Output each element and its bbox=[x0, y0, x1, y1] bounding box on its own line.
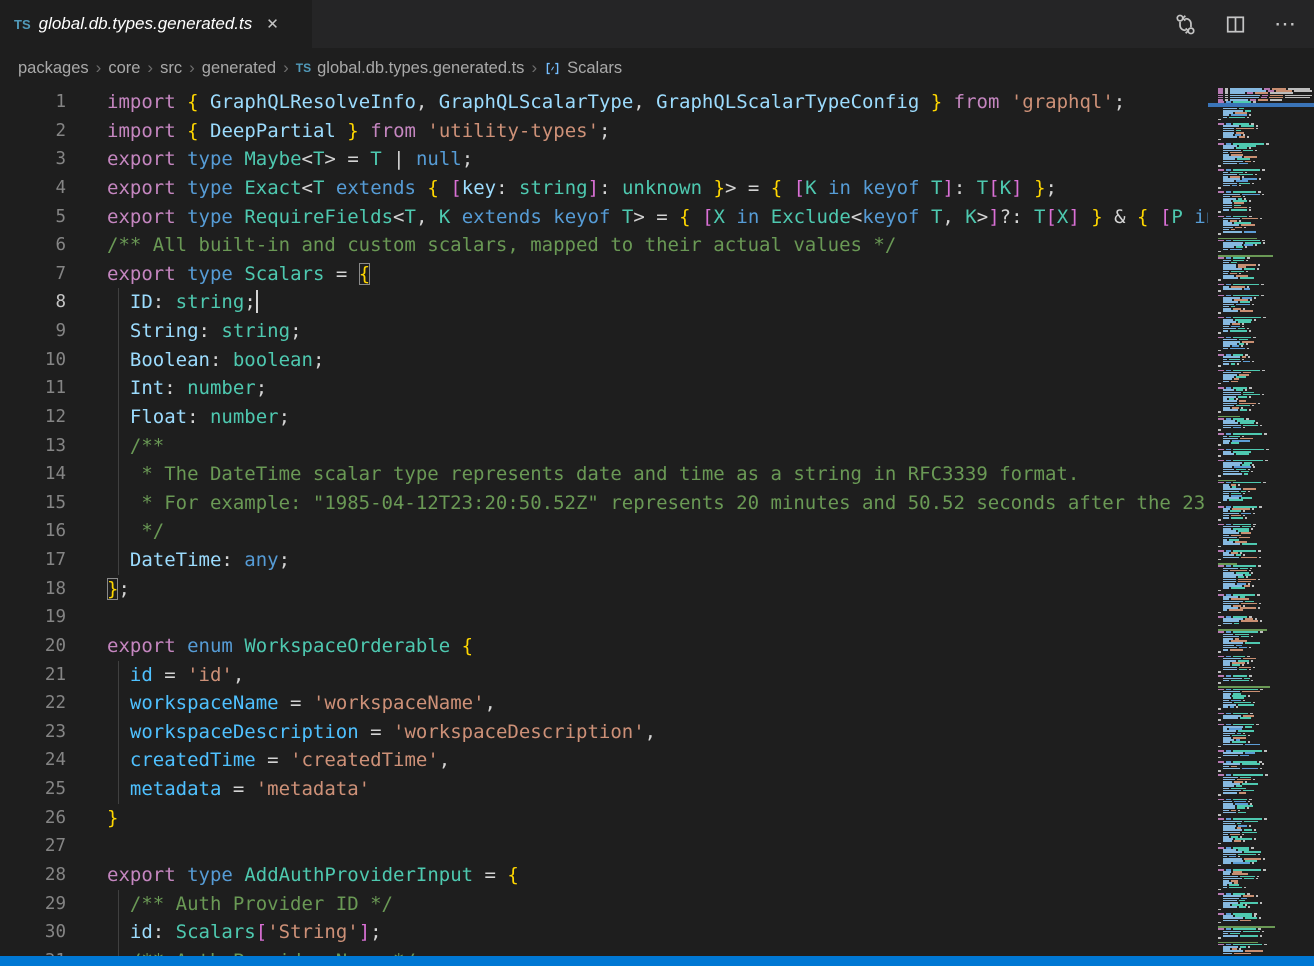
line-number: 9 bbox=[0, 317, 66, 346]
line-number: 13 bbox=[0, 432, 66, 461]
code-line[interactable]: 28export type AddAuthProviderInput = { bbox=[0, 861, 1208, 890]
code-area[interactable]: 1import { GraphQLResolveInfo, GraphQLSca… bbox=[0, 88, 1208, 966]
line-number: 16 bbox=[0, 517, 66, 546]
tab-bar: TS global.db.types.generated.ts ✕ bbox=[0, 0, 1314, 48]
code-line[interactable]: 15 * For example: "1985-04-12T23:20:50.5… bbox=[0, 489, 1208, 518]
code-line[interactable]: 22 workspaceName = 'workspaceName', bbox=[0, 689, 1208, 718]
line-number: 24 bbox=[0, 746, 66, 775]
line-number: 18 bbox=[0, 575, 66, 604]
chevron-right-icon: › bbox=[283, 58, 289, 78]
code-line[interactable]: 29 /** Auth Provider ID */ bbox=[0, 890, 1208, 919]
code-line[interactable]: 12 Float: number; bbox=[0, 403, 1208, 432]
code-line[interactable]: 2import { DeepPartial } from 'utility-ty… bbox=[0, 117, 1208, 146]
code-line[interactable]: 25 metadata = 'metadata' bbox=[0, 775, 1208, 804]
chevron-right-icon: › bbox=[189, 58, 195, 78]
tab-label: global.db.types.generated.ts bbox=[39, 14, 253, 34]
line-number: 22 bbox=[0, 689, 66, 718]
minimap[interactable] bbox=[1208, 88, 1314, 966]
chevron-right-icon: › bbox=[531, 58, 537, 78]
code-line[interactable]: 21 id = 'id', bbox=[0, 661, 1208, 690]
typescript-file-icon: TS bbox=[14, 17, 31, 32]
breadcrumb-item-generated[interactable]: generated bbox=[202, 59, 276, 78]
more-actions-icon[interactable]: ⋯ bbox=[1272, 11, 1298, 37]
code-line[interactable]: 23 workspaceDescription = 'workspaceDesc… bbox=[0, 718, 1208, 747]
symbol-struct-icon bbox=[544, 60, 561, 77]
code-line[interactable]: 17 DateTime: any; bbox=[0, 546, 1208, 575]
code-line[interactable]: 26} bbox=[0, 804, 1208, 833]
line-number: 1 bbox=[0, 88, 66, 117]
chevron-right-icon: › bbox=[96, 58, 102, 78]
line-number: 15 bbox=[0, 489, 66, 518]
line-number: 30 bbox=[0, 918, 66, 947]
line-number: 17 bbox=[0, 546, 66, 575]
text-cursor bbox=[256, 290, 258, 313]
line-number: 20 bbox=[0, 632, 66, 661]
line-number: 25 bbox=[0, 775, 66, 804]
code-line[interactable]: 24 createdTime = 'createdTime', bbox=[0, 746, 1208, 775]
breadcrumb: packages › core › src › generated › TS g… bbox=[0, 48, 1314, 88]
code-line[interactable]: 20export enum WorkspaceOrderable { bbox=[0, 632, 1208, 661]
line-number: 10 bbox=[0, 346, 66, 375]
editor: 1import { GraphQLResolveInfo, GraphQLSca… bbox=[0, 88, 1314, 966]
line-number: 11 bbox=[0, 374, 66, 403]
code-line[interactable]: 16 */ bbox=[0, 517, 1208, 546]
code-line[interactable]: 11 Int: number; bbox=[0, 374, 1208, 403]
code-line[interactable]: 10 Boolean: boolean; bbox=[0, 346, 1208, 375]
close-icon[interactable]: ✕ bbox=[266, 15, 279, 33]
line-number: 26 bbox=[0, 804, 66, 833]
breadcrumb-item-symbol-scalars[interactable]: Scalars bbox=[544, 59, 622, 78]
line-number: 3 bbox=[0, 145, 66, 174]
code-line[interactable]: 27 bbox=[0, 832, 1208, 861]
minimap-current-line bbox=[1208, 103, 1314, 106]
editor-actions: ⋯ bbox=[1172, 0, 1314, 48]
code-line[interactable]: 6/** All built-in and custom scalars, ma… bbox=[0, 231, 1208, 260]
line-number: 29 bbox=[0, 890, 66, 919]
line-number: 7 bbox=[0, 260, 66, 289]
code-line[interactable]: 30 id: Scalars['String']; bbox=[0, 918, 1208, 947]
code-line[interactable]: 4export type Exact<T extends { [key: str… bbox=[0, 174, 1208, 203]
chevron-right-icon: › bbox=[147, 58, 153, 78]
compare-changes-icon[interactable] bbox=[1172, 11, 1198, 37]
breadcrumb-item-packages[interactable]: packages bbox=[18, 59, 89, 78]
status-bar bbox=[0, 956, 1314, 966]
line-number: 23 bbox=[0, 718, 66, 747]
code-line[interactable]: 9 String: string; bbox=[0, 317, 1208, 346]
split-editor-icon[interactable] bbox=[1222, 11, 1248, 37]
line-number: 21 bbox=[0, 661, 66, 690]
code-line[interactable]: 13 /** bbox=[0, 432, 1208, 461]
line-number: 12 bbox=[0, 403, 66, 432]
breadcrumb-item-core[interactable]: core bbox=[108, 59, 140, 78]
code-line[interactable]: 19 bbox=[0, 603, 1208, 632]
line-number: 8 bbox=[0, 288, 66, 317]
code-line[interactable]: 1import { GraphQLResolveInfo, GraphQLSca… bbox=[0, 88, 1208, 117]
breadcrumb-item-file[interactable]: TS global.db.types.generated.ts bbox=[296, 59, 525, 78]
line-number: 2 bbox=[0, 117, 66, 146]
line-number: 6 bbox=[0, 231, 66, 260]
breadcrumb-item-src[interactable]: src bbox=[160, 59, 182, 78]
vscode-window: TS global.db.types.generated.ts ✕ bbox=[0, 0, 1314, 966]
code-line[interactable]: 5export type RequireFields<T, K extends … bbox=[0, 203, 1208, 232]
line-number: 5 bbox=[0, 203, 66, 232]
breadcrumb-symbol-label: Scalars bbox=[567, 59, 622, 78]
code-line[interactable]: 14 * The DateTime scalar type represents… bbox=[0, 460, 1208, 489]
code-line[interactable]: 3export type Maybe<T> = T | null; bbox=[0, 145, 1208, 174]
code-line[interactable]: 18}; bbox=[0, 575, 1208, 604]
breadcrumb-file-label: global.db.types.generated.ts bbox=[317, 59, 524, 78]
typescript-file-icon: TS bbox=[296, 61, 311, 75]
line-number: 14 bbox=[0, 460, 66, 489]
line-number: 19 bbox=[0, 603, 66, 632]
tab-global-db-types-generated[interactable]: TS global.db.types.generated.ts ✕ bbox=[0, 0, 312, 48]
line-number: 27 bbox=[0, 832, 66, 861]
line-number: 4 bbox=[0, 174, 66, 203]
line-number: 28 bbox=[0, 861, 66, 890]
code-line[interactable]: 7export type Scalars = { bbox=[0, 260, 1208, 289]
code-line[interactable]: 8 ID: string; bbox=[0, 288, 1208, 317]
